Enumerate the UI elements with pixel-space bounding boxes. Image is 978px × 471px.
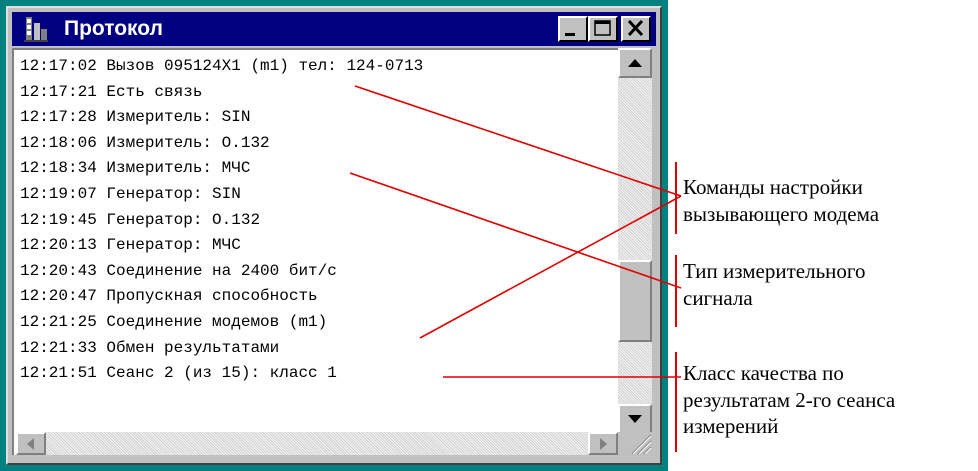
log-line: 12:17:21 Есть связь	[20, 82, 203, 101]
vertical-scrollbar-thumb[interactable]	[618, 260, 652, 342]
annotation-line: Тип измерительного	[683, 259, 866, 283]
log-line: 12:21:51 Сеанс 2 (из 15): класс 1	[20, 364, 337, 383]
arrow-down-icon	[628, 415, 642, 423]
annotation-line: Команды настройки	[683, 175, 863, 199]
annotation-line: Класс качества по	[683, 361, 844, 385]
annotation-bracket	[675, 352, 677, 452]
log-line: 12:17:28 Измеритель: SIN	[20, 108, 251, 127]
arrow-right-icon	[600, 438, 607, 450]
arrow-left-icon	[27, 438, 34, 450]
horizontal-scrollbar-track[interactable]	[16, 432, 618, 455]
protocol-window: Протокол 12:17:02 Вызов 095124X1 (m1) те…	[0, 0, 668, 471]
maximize-button[interactable]	[588, 16, 618, 42]
minimize-icon	[565, 33, 575, 36]
window-frame: Протокол 12:17:02 Вызов 095124X1 (m1) те…	[6, 6, 662, 465]
scroll-right-button[interactable]	[588, 432, 618, 455]
close-icon	[627, 19, 644, 37]
maximize-icon	[594, 20, 611, 36]
scroll-up-button[interactable]	[618, 48, 652, 78]
log-line: 12:18:34 Измеритель: МЧС	[20, 159, 251, 178]
log-line: 12:20:47 Пропускная способность	[20, 287, 318, 306]
log-line: 12:19:07 Генератор: SIN	[20, 184, 241, 203]
close-button[interactable]	[621, 16, 651, 42]
resize-grip[interactable]	[618, 432, 652, 455]
log-list: 12:17:02 Вызов 095124X1 (m1) тел: 124-07…	[20, 54, 610, 387]
log-line: 12:19:45 Генератор: O.132	[20, 210, 261, 229]
scroll-left-button[interactable]	[16, 432, 46, 455]
annotation-bracket	[675, 162, 677, 234]
title-bar[interactable]: Протокол	[12, 12, 656, 46]
log-line: 12:20:43 Соединение на 2400 бит/с	[20, 261, 337, 280]
resize-grip-icon	[631, 434, 652, 455]
vertical-scrollbar-track[interactable]	[618, 78, 652, 404]
annotation-quality-class: Класс качества по результатам 2-го сеанс…	[683, 360, 895, 440]
annotation-line: измерений	[683, 414, 779, 438]
log-area[interactable]: 12:17:02 Вызов 095124X1 (m1) тел: 124-07…	[12, 48, 652, 455]
app-icon	[24, 17, 48, 42]
annotation-bracket	[675, 255, 677, 327]
annotation-modem-commands: Команды настройки вызывающего модема	[683, 174, 879, 227]
window-title: Протокол	[64, 17, 163, 40]
annotation-line: вызывающего модема	[683, 201, 880, 226]
log-line: 12:21:33 Обмен результатами	[20, 338, 280, 357]
annotation-signal-type: Тип измерительного сигнала	[683, 258, 866, 311]
scroll-down-button[interactable]	[618, 404, 652, 434]
log-line: 12:17:02 Вызов 095124X1 (m1) тел: 124-07…	[20, 57, 424, 75]
log-line: 12:20:13 Генератор: МЧС	[20, 236, 241, 255]
log-line: 12:21:25 Соединение модемов (m1)	[20, 312, 328, 331]
annotation-line: результатам 2-го сеанса	[683, 387, 896, 412]
arrow-up-icon	[628, 59, 642, 67]
annotation-line: сигнала	[683, 285, 753, 310]
log-line: 12:18:06 Измеритель: O.132	[20, 133, 270, 152]
minimize-button[interactable]	[558, 16, 588, 42]
